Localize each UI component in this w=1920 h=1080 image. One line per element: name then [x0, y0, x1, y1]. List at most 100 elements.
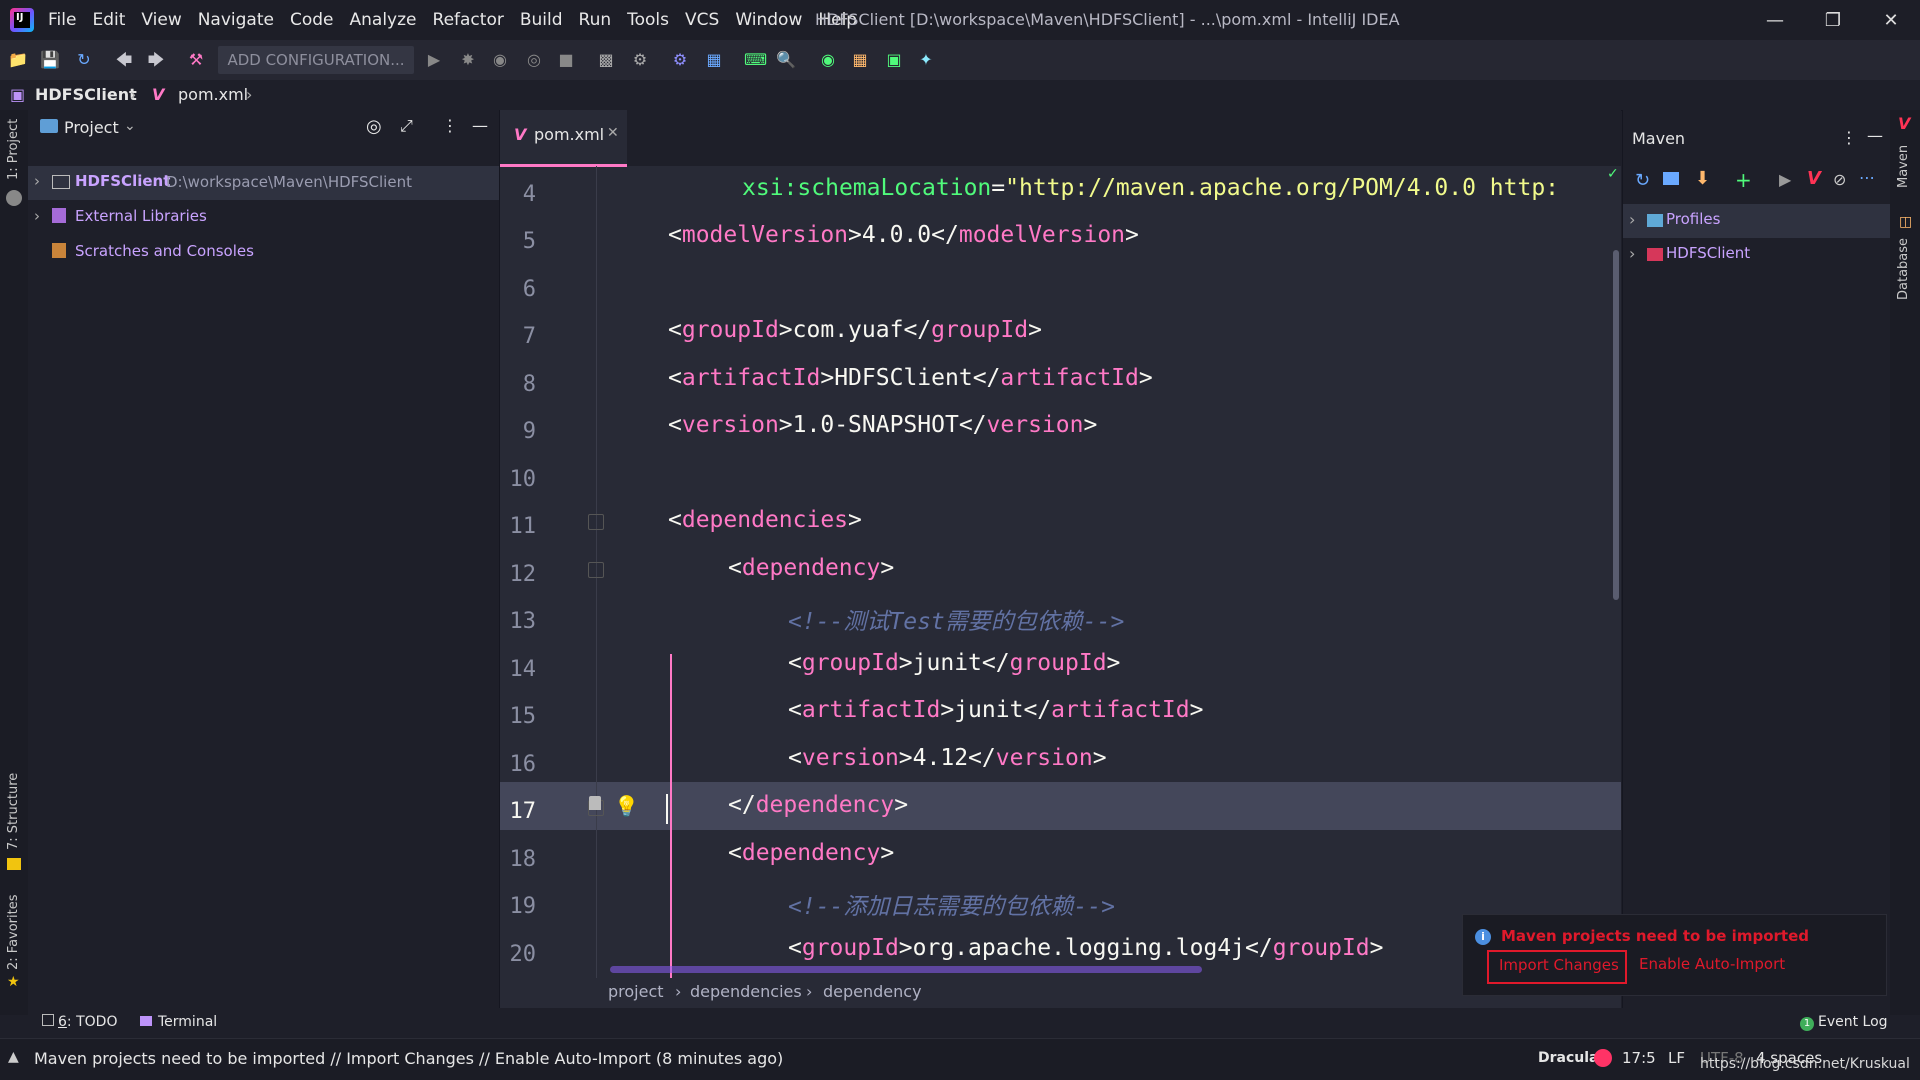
menu-vcs[interactable]: VCS — [685, 10, 719, 30]
enable-auto-import-link[interactable]: Enable Auto-Import — [1639, 955, 1785, 973]
chevron-right-icon[interactable]: › — [34, 172, 40, 190]
maven-tree-profiles[interactable]: › Profiles — [1623, 204, 1891, 238]
build-hammer-icon[interactable]: ⚒ — [186, 50, 206, 70]
attach-debugger-icon[interactable]: ▩ — [596, 50, 616, 70]
more-actions-icon[interactable]: ⋯ — [1859, 168, 1875, 187]
code-line-15[interactable]: <artifactId>junit</artifactId> — [788, 697, 1204, 723]
download-icon[interactable]: ⬇ — [1695, 168, 1710, 189]
minimize-button[interactable]: — — [1746, 10, 1804, 31]
hide-panel-icon[interactable]: — — [472, 116, 488, 135]
terminal-icon[interactable]: ⌨ — [744, 50, 767, 70]
menu-edit[interactable]: Edit — [92, 10, 125, 30]
code-line-9[interactable]: <version>1.0-SNAPSHOT</version> — [668, 412, 1097, 438]
skip-tests-icon[interactable]: ⊘ — [1833, 170, 1846, 189]
menu-view[interactable]: View — [141, 10, 181, 30]
back-icon[interactable]: 🡄 — [114, 50, 134, 70]
profile-icon[interactable]: ◎ — [524, 50, 544, 70]
breadcrumb-project-node[interactable]: project — [608, 982, 664, 1001]
run-goal-icon[interactable]: ▶ — [1779, 170, 1791, 189]
chevron-down-icon[interactable]: ⌄ — [124, 118, 136, 134]
code-line-16[interactable]: <version>4.12</version> — [788, 745, 1107, 771]
terminal-tool-tab[interactable]: Terminal — [140, 1014, 217, 1030]
code-line-13[interactable]: <!--测试Test需要的包依赖--> — [788, 602, 1124, 636]
plugin-circle-icon[interactable]: ◉ — [818, 50, 838, 70]
status-expand-icon[interactable]: ▲ — [8, 1049, 19, 1065]
sync-icon[interactable]: ↻ — [74, 50, 94, 70]
database-tool-tab[interactable]: Database — [1896, 238, 1911, 300]
more-options-icon[interactable]: ⋮ — [442, 116, 458, 135]
layout-icon[interactable]: ▦ — [850, 50, 870, 70]
close-window-button[interactable]: ✕ — [1862, 10, 1920, 31]
run-icon[interactable]: ▶ — [424, 50, 444, 70]
status-message[interactable]: Maven projects need to be imported // Im… — [34, 1049, 783, 1068]
menu-analyze[interactable]: Analyze — [350, 10, 417, 30]
maven-tree-hdfsclient[interactable]: › HDFSClient — [1623, 238, 1891, 272]
settings-icon[interactable]: ⚙ — [670, 50, 690, 70]
breadcrumb-project[interactable]: HDFSClient — [35, 85, 137, 104]
fold-end-marker-icon[interactable] — [589, 796, 601, 810]
coverage-icon[interactable]: ◉ — [490, 50, 510, 70]
tree-item-external-libraries[interactable]: › External Libraries — [28, 201, 499, 235]
fold-marker-icon[interactable] — [588, 562, 604, 578]
add-project-icon[interactable]: + — [1735, 168, 1752, 192]
diagram-icon[interactable]: ▣ — [884, 50, 904, 70]
collapse-all-icon[interactable]: ⤢ — [400, 116, 413, 136]
stop-icon[interactable]: ■ — [556, 50, 576, 70]
menu-run[interactable]: Run — [579, 10, 612, 30]
menu-tools[interactable]: Tools — [627, 10, 669, 30]
code-line-12[interactable]: <dependency> — [728, 555, 894, 581]
theme-indicator[interactable]: Dracula — [1538, 1050, 1598, 1066]
project-view-selector[interactable]: Project — [64, 118, 119, 137]
debug-icon[interactable]: ✸ — [458, 50, 478, 70]
add-configuration-button[interactable]: ADD CONFIGURATION... — [218, 46, 414, 74]
event-log-tool-tab[interactable]: 1 Event Log — [1800, 1014, 1888, 1031]
code-line-17[interactable]: </dependency> — [728, 792, 908, 818]
code-line-7[interactable]: <groupId>com.yuaf</groupId> — [668, 317, 1042, 343]
code-line-14[interactable]: <groupId>junit</groupId> — [788, 650, 1120, 676]
caret-position[interactable]: 17:5 — [1622, 1049, 1656, 1067]
code-line-20[interactable]: <groupId>org.apache.logging.log4j</group… — [788, 935, 1384, 961]
maven-execute-icon[interactable]: V — [1807, 168, 1821, 189]
tree-item-hdfsclient[interactable]: › HDFSClient D:\workspace\Maven\HDFSClie… — [28, 166, 499, 200]
locate-target-icon[interactable]: ◎ — [366, 116, 382, 137]
chevron-right-icon[interactable]: › — [1629, 210, 1635, 229]
menu-navigate[interactable]: Navigate — [198, 10, 274, 30]
maven-tool-tab[interactable]: Maven — [1896, 145, 1911, 188]
breadcrumb-file[interactable]: pom.xml — [178, 85, 248, 104]
restore-button[interactable]: ❐ — [1804, 10, 1862, 31]
save-icon[interactable]: 💾 — [40, 50, 60, 70]
code-line-8[interactable]: <artifactId>HDFSClient</artifactId> — [668, 365, 1153, 391]
hide-panel-icon[interactable]: — — [1867, 126, 1883, 145]
project-tool-tab[interactable]: 1: Project — [6, 119, 21, 180]
breadcrumb-dependency-node[interactable]: dependency — [823, 982, 922, 1001]
project-structure-icon[interactable]: ▦ — [704, 50, 724, 70]
search-icon[interactable]: 🔍 — [776, 50, 796, 70]
generate-sources-icon[interactable] — [1663, 172, 1679, 185]
vcs-icon[interactable]: ⚙ — [630, 50, 650, 70]
code-line-11[interactable]: <dependencies> — [668, 507, 862, 533]
line-separator[interactable]: LF — [1668, 1049, 1685, 1067]
puzzle-icon[interactable]: ✦ — [916, 50, 936, 70]
code-line-5[interactable]: <modelVersion>4.0.0</modelVersion> — [668, 222, 1139, 248]
vertical-scrollbar[interactable] — [1613, 250, 1619, 600]
fold-marker-icon[interactable] — [588, 514, 604, 530]
structure-tool-tab[interactable]: 7: Structure — [6, 773, 21, 850]
menu-refactor[interactable]: Refactor — [433, 10, 504, 30]
chevron-right-icon[interactable]: › — [1629, 244, 1635, 263]
close-tab-icon[interactable]: ✕ — [607, 125, 619, 141]
todo-tool-tab[interactable]: 6: TODO — [42, 1014, 117, 1030]
menu-file[interactable]: File — [48, 10, 76, 30]
tab-pom-xml[interactable]: V pom.xml ✕ — [500, 110, 627, 167]
code-line-19[interactable]: <!--添加日志需要的包依赖--> — [788, 887, 1115, 921]
open-folder-icon[interactable]: 📁 — [8, 50, 28, 70]
horizontal-scrollbar[interactable] — [610, 966, 1202, 973]
more-options-icon[interactable]: ⋮ — [1841, 128, 1857, 147]
code-line-4[interactable]: xsi:schemaLocation="http://maven.apache.… — [742, 175, 1559, 201]
menu-code[interactable]: Code — [290, 10, 334, 30]
favorites-tool-tab[interactable]: 2: Favorites — [6, 894, 21, 970]
menu-build[interactable]: Build — [520, 10, 563, 30]
code-line-18[interactable]: <dependency> — [728, 840, 894, 866]
breadcrumb-dependencies-node[interactable]: dependencies — [690, 982, 802, 1001]
menu-window[interactable]: Window — [735, 10, 802, 30]
import-changes-link[interactable]: Import Changes — [1487, 950, 1627, 984]
